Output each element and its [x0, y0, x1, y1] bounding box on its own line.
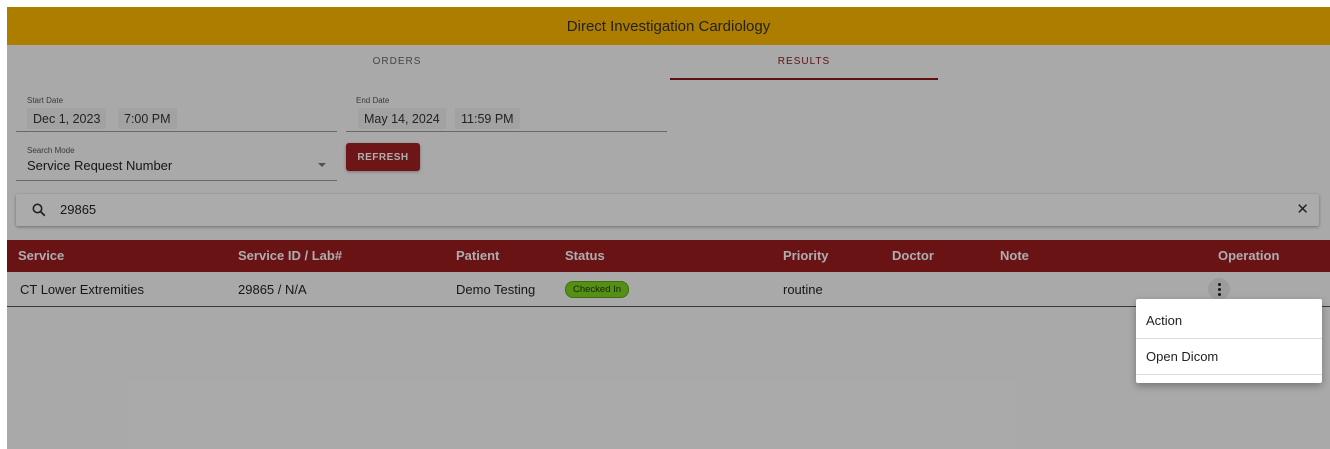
cell-priority: routine	[783, 282, 823, 297]
search-icon	[32, 203, 46, 217]
table-row[interactable]: CT Lower Extremities 29865 / N/A Demo Te…	[7, 272, 1330, 307]
column-header-note[interactable]: Note	[1000, 248, 1029, 263]
status-badge: Checked In	[565, 281, 630, 298]
tab-results[interactable]: RESULTS	[670, 45, 938, 80]
operation-menu: Action Open Dicom	[1136, 299, 1322, 383]
column-header-service-id[interactable]: Service ID / Lab#	[238, 248, 342, 263]
app-header: Direct Investigation Cardiology	[7, 7, 1330, 45]
tab-orders[interactable]: ORDERS	[297, 45, 497, 78]
end-date-chip[interactable]: May 14, 2024	[358, 108, 446, 129]
search-mode-select[interactable]: Service Request Number	[27, 158, 172, 173]
start-date-chip[interactable]: Dec 1, 2023	[27, 108, 107, 129]
search-mode-label: Search Mode	[27, 146, 75, 155]
cell-service: CT Lower Extremities	[20, 282, 145, 297]
cell-service-id: 29865 / N/A	[238, 282, 307, 297]
cell-patient: Demo Testing	[456, 282, 536, 297]
end-time-chip[interactable]: 11:59 PM	[455, 108, 520, 129]
search-input[interactable]: 29865	[60, 202, 96, 217]
column-header-operation: Operation	[1218, 248, 1280, 263]
chevron-down-icon[interactable]	[318, 163, 326, 167]
search-mode-underline	[16, 180, 337, 181]
app-window: Direct Investigation Cardiology ORDERS R…	[7, 7, 1330, 449]
menu-item-open-dicom[interactable]: Open Dicom	[1136, 339, 1322, 375]
start-date-underline	[16, 131, 337, 132]
tab-bar: ORDERS RESULTS	[7, 45, 1330, 80]
column-header-service[interactable]: Service	[18, 248, 64, 263]
start-date-label: Start Date	[27, 96, 64, 105]
end-date-label: End Date	[356, 96, 390, 105]
refresh-button[interactable]: REFRESH	[346, 143, 420, 171]
menu-item-action[interactable]: Action	[1136, 303, 1322, 339]
column-header-patient[interactable]: Patient	[456, 248, 499, 263]
column-header-priority[interactable]: Priority	[783, 248, 829, 263]
close-icon[interactable]: ✕	[1296, 202, 1309, 218]
table-header: Service Service ID / Lab# Patient Status…	[7, 240, 1330, 272]
app-title: Direct Investigation Cardiology	[566, 17, 771, 35]
start-time-chip[interactable]: 7:00 PM	[118, 108, 177, 129]
more-options-icon[interactable]	[1208, 278, 1230, 300]
end-date-underline	[346, 131, 667, 132]
column-header-status[interactable]: Status	[565, 248, 605, 263]
column-header-doctor[interactable]: Doctor	[892, 248, 934, 263]
search-bar[interactable]: 29865 ✕	[16, 194, 1319, 226]
